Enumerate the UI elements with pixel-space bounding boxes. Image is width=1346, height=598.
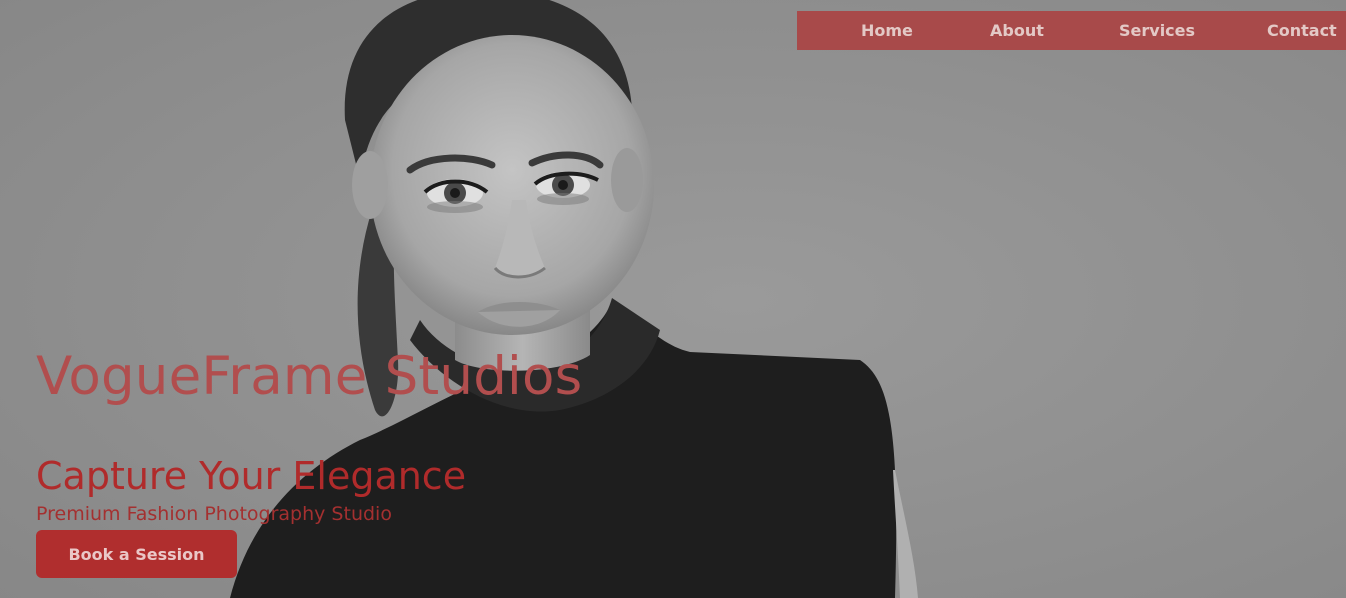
hero-tagline: Capture Your Elegance: [36, 454, 467, 498]
hero-section: Home About Services Contact VogueFrame S…: [0, 0, 1346, 598]
nav-link-about[interactable]: About: [990, 21, 1044, 40]
nav-link-contact[interactable]: Contact: [1267, 21, 1337, 40]
brand-title: VogueFrame Studios: [36, 346, 583, 407]
nav-link-home[interactable]: Home: [861, 21, 913, 40]
hero-subtitle: Premium Fashion Photography Studio: [36, 503, 392, 525]
nav-link-services[interactable]: Services: [1119, 21, 1195, 40]
top-navigation-bar: Home About Services Contact: [797, 11, 1346, 50]
book-session-button[interactable]: Book a Session: [36, 530, 237, 578]
